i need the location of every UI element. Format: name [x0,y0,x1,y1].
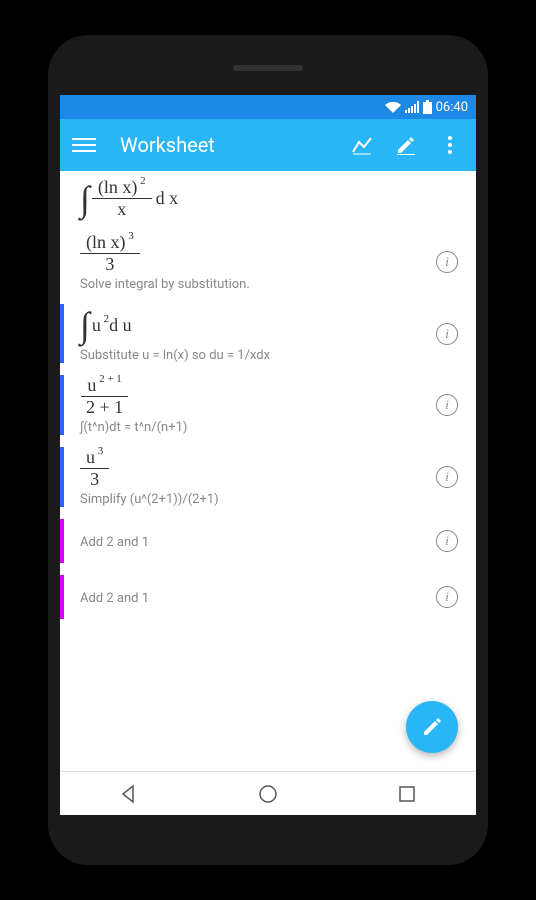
wifi-icon [385,101,401,113]
step-explanation: Add 2 and 1 [80,535,436,550]
step-row: u 2 + 12 + 1 ∫(t^n)dt = t^n/(n+1) i [60,369,476,441]
info-icon[interactable]: i [436,586,458,608]
step-row: Add 2 and 1 i [60,513,476,569]
step-row: ∫ (ln x) 2x d x [60,171,476,226]
overflow-icon[interactable] [436,131,464,159]
math-expression: ∫ u 2d u [80,304,436,346]
step-explanation: Substitute u = ln(x) so du = 1/xdx [80,348,436,363]
menu-icon[interactable] [72,133,96,157]
step-explanation: Simplify (u^(2+1))/(2+1) [80,492,436,507]
info-icon[interactable]: i [436,530,458,552]
step-row: ∫ u 2d u Substitute u = ln(x) so du = 1/… [60,298,476,369]
math-expression: u 33 [80,447,436,490]
info-icon[interactable]: i [436,251,458,273]
info-icon[interactable]: i [436,394,458,416]
screen: 06:40 Worksheet ∫ ( [60,95,476,815]
phone-frame: 06:40 Worksheet ∫ ( [48,35,488,865]
page-title: Worksheet [120,133,332,157]
step-row: u 33 Simplify (u^(2+1))/(2+1) i [60,441,476,513]
nav-home-button[interactable] [238,784,298,804]
step-row: (ln x) 33 Solve integral by substitution… [60,226,476,298]
navigation-bar [60,771,476,815]
worksheet-content: ∫ (ln x) 2x d x (ln x) 33 Solve integral… [60,171,476,771]
edit-icon[interactable] [392,131,420,159]
fab-edit-button[interactable] [406,701,458,753]
graph-icon[interactable] [348,131,376,159]
step-explanation: ∫(t^n)dt = t^n/(n+1) [80,420,436,435]
info-icon[interactable]: i [436,323,458,345]
step-explanation: Add 2 and 1 [80,591,436,606]
step-explanation: Solve integral by substitution. [80,277,436,292]
math-expression: u 2 + 12 + 1 [80,375,436,418]
status-bar: 06:40 [60,95,476,119]
math-expression: (ln x) 33 [80,232,436,275]
battery-icon [423,100,432,114]
nav-recent-button[interactable] [377,785,437,803]
step-row: Add 2 and 1 i [60,569,476,625]
nav-back-button[interactable] [99,784,159,804]
signal-icon [405,101,419,113]
app-bar: Worksheet [60,119,476,171]
info-icon[interactable]: i [436,466,458,488]
status-time: 06:40 [436,100,468,115]
math-expression: ∫ (ln x) 2x d x [80,177,464,220]
